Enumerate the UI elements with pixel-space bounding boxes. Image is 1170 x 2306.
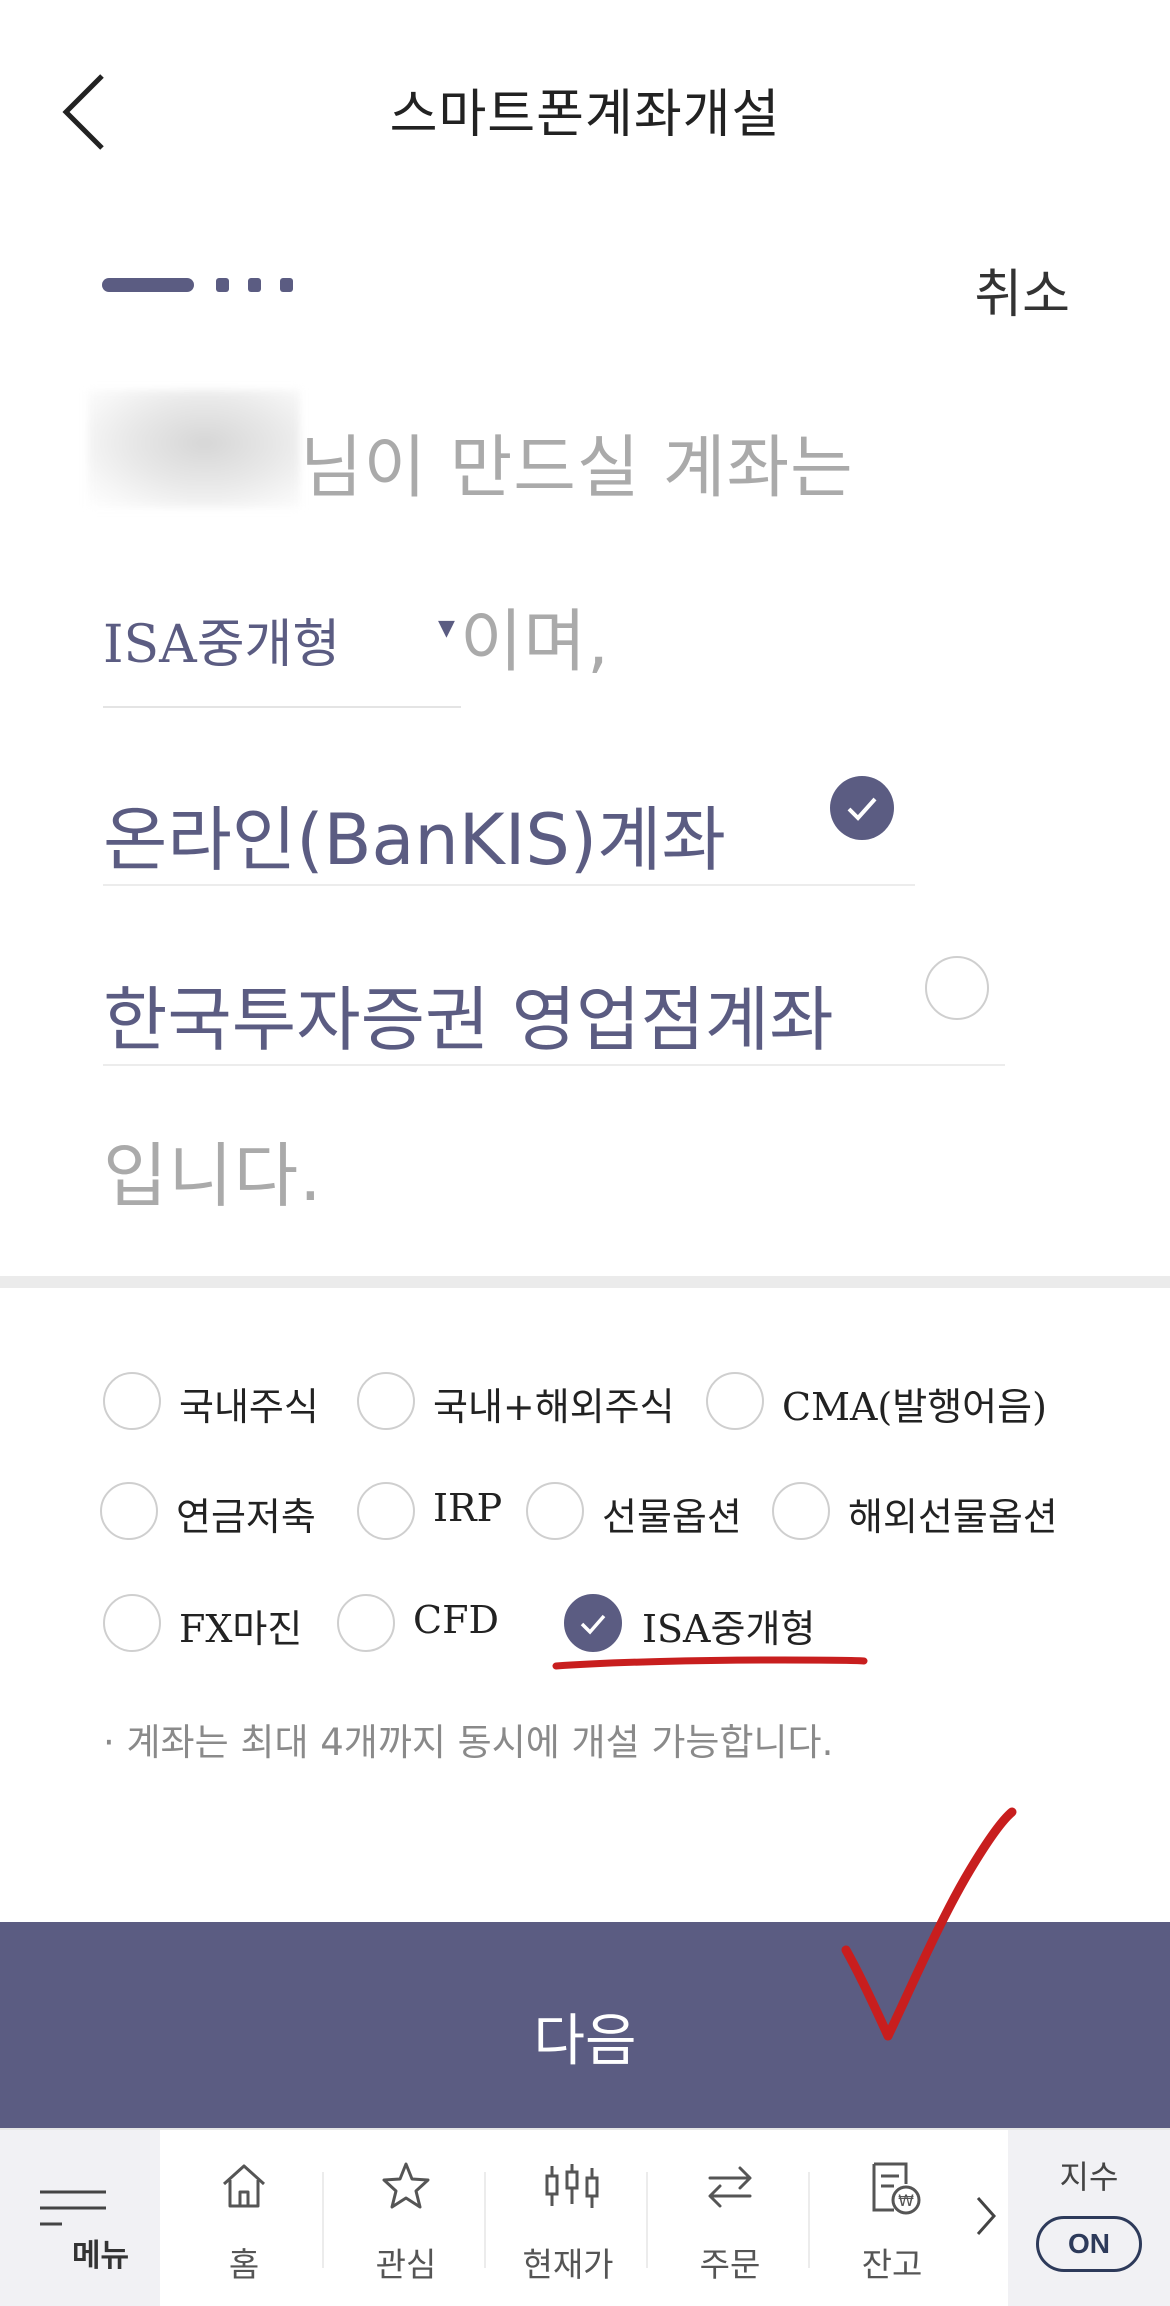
section-divider [0,1276,1170,1288]
nav-current-price[interactable]: 현재가 [488,2130,648,2306]
nav-home[interactable]: 홈 [164,2130,324,2306]
header: 스마트폰계좌개설 [0,0,1170,220]
page-title: 스마트폰계좌개설 [389,85,781,145]
nav-watchlist-label: 관심 [375,2245,437,2284]
account-type-option[interactable]: IRP [357,1482,507,1542]
sentence-closing: 입니다. [103,1135,323,1217]
branch-account-label: 한국투자증권 영업점계좌 [103,979,834,1061]
nav-order[interactable]: 주문 [650,2130,810,2306]
account-type-label: 연금저축 [176,1495,316,1539]
account-type-option[interactable]: FX마진 [103,1594,303,1654]
account-type-option[interactable]: 연금저축 [100,1482,330,1542]
nav-balance-label: 잔고 [861,2245,923,2284]
account-type-radio[interactable] [100,1482,158,1540]
cancel-button[interactable]: 취소 [974,252,1070,327]
menu-label: 메뉴 [72,2238,130,2274]
account-type-option[interactable]: CMA(발행어음) [706,1372,1066,1432]
nav-home-label: 홈 [228,2245,260,2284]
account-type-radio[interactable] [564,1594,622,1652]
nav-watchlist[interactable]: 관심 [326,2130,486,2306]
progress-current-step [102,278,194,292]
branch-account-option[interactable]: 한국투자증권 영업점계좌 [103,946,1005,1066]
account-type-label: CFD [413,1598,499,1642]
account-type-label: IRP [433,1486,503,1530]
account-limit-note: · 계좌는 최대 4개까지 동시에 개설 가능합니다. [103,1721,834,1764]
swap-icon [708,2166,752,2208]
nav-order-label: 주문 [699,2245,761,2284]
hamburger-icon [40,2190,106,2226]
account-type-option[interactable]: 국내+해외주식 [357,1372,687,1432]
annotation-underline [552,1656,868,1670]
nav-separator [646,2172,648,2268]
sentence-line-1: 님이 만드실 계좌는 [300,429,854,508]
account-type-radio[interactable] [706,1372,764,1430]
account-type-label: FX마진 [179,1607,303,1651]
branch-account-radio[interactable] [925,956,989,1020]
nav-current-price-label: 현재가 [522,2245,614,2284]
account-type-label: 국내주식 [179,1385,319,1429]
chevron-right-icon[interactable] [974,2194,998,2238]
menu-button[interactable]: 메뉴 [0,2130,160,2306]
caret-down-icon: ▼ [438,616,455,641]
check-icon [580,1614,606,1635]
candlestick-icon [545,2164,599,2208]
account-type-option[interactable]: 선물옵션 [526,1482,756,1542]
account-type-option[interactable]: 해외선물옵션 [772,1482,1072,1542]
progress-step-dot [280,278,293,292]
account-type-label: 국내+해외주식 [433,1385,675,1429]
account-type-option[interactable]: CFD [337,1594,507,1654]
bottom-nav: 메뉴 홈 관심 현재가 주문 ₩ 잔고 지수 ON [0,2128,1170,2306]
account-type-radio[interactable] [337,1594,395,1652]
nav-separator [322,2172,324,2268]
check-icon [847,797,877,821]
svg-text:₩: ₩ [898,2191,914,2210]
index-panel: 지수 ON [1008,2130,1170,2306]
online-account-radio[interactable] [830,776,894,840]
star-icon [382,2162,430,2209]
progress-step-dot [248,278,261,292]
index-label: 지수 [1059,2158,1119,2196]
account-type-select[interactable]: ISA중개형 ▼ [103,590,461,708]
progress-step-dot [216,278,229,292]
account-type-radio[interactable] [103,1372,161,1430]
nav-balance[interactable]: ₩ 잔고 [812,2130,972,2306]
account-type-select-value: ISA중개형 [103,615,341,675]
home-icon [222,2164,266,2208]
masked-user-name [88,390,300,508]
nav-separator [484,2172,486,2268]
account-type-option[interactable]: 국내주식 [103,1372,323,1432]
account-type-option[interactable]: ISA중개형 [564,1594,844,1654]
online-account-label: 온라인(BanKIS)계좌 [103,799,726,881]
sentence-line-2: 이며, [460,603,610,682]
index-toggle[interactable]: ON [1036,2216,1142,2272]
account-type-radio[interactable] [357,1482,415,1540]
online-account-option[interactable]: 온라인(BanKIS)계좌 [103,766,915,886]
account-type-label: ISA중개형 [642,1607,816,1651]
account-type-radio[interactable] [772,1482,830,1540]
account-type-radio[interactable] [357,1372,415,1430]
account-type-label: 선물옵션 [602,1495,742,1539]
account-type-label: CMA(발행어음) [782,1385,1047,1429]
nav-separator [808,2172,810,2268]
account-type-radio[interactable] [526,1482,584,1540]
balance-icon: ₩ [872,2162,921,2215]
annotation-checkmark [841,1807,1017,2041]
account-type-radio[interactable] [103,1594,161,1652]
account-type-label: 해외선물옵션 [848,1495,1058,1539]
